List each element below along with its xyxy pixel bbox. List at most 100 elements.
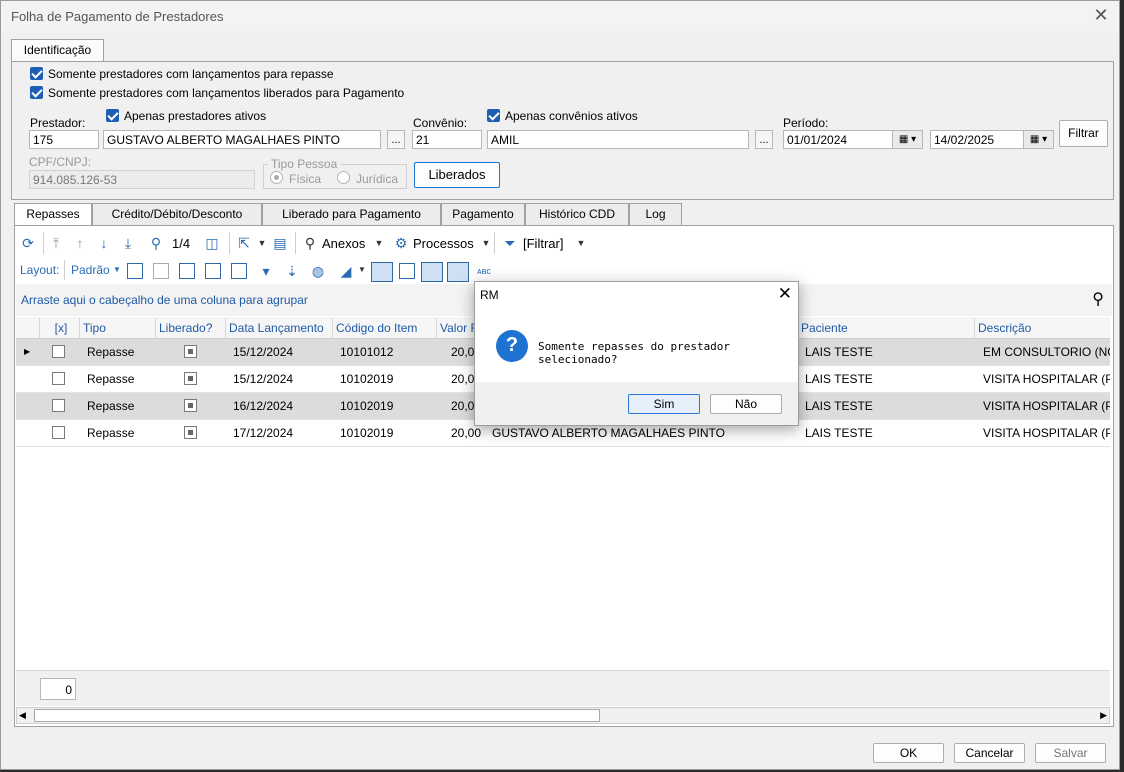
last-record-icon[interactable]: ⤓ — [119, 234, 137, 252]
scroll-right-icon[interactable]: ▶ — [1100, 710, 1107, 721]
filtrar-button[interactable]: Filtrar — [1059, 120, 1108, 147]
columns-icon[interactable]: ◫ — [203, 234, 221, 252]
calendar-dropdown-icon[interactable]: ▦ ▾ — [892, 131, 922, 148]
import-layout-icon[interactable] — [205, 263, 221, 279]
filtrar-menu[interactable]: [Filtrar] — [523, 236, 563, 251]
report-icon[interactable]: ▤ — [271, 234, 289, 252]
column-header-codigo[interactable]: Código do Item — [333, 318, 437, 339]
chevron-down-icon[interactable]: ▼ — [370, 234, 388, 252]
spellcheck-icon[interactable]: ᴀʙᴄ — [475, 262, 493, 280]
anexos-menu[interactable]: Anexos — [322, 236, 365, 251]
only-repasse-checkbox[interactable] — [30, 67, 43, 80]
periodo-end-input[interactable]: 14/02/2025 ▦ ▾ — [930, 130, 1054, 149]
no-button[interactable]: Não — [710, 394, 782, 414]
chevron-down-icon[interactable]: ▼ — [353, 261, 371, 279]
window-close-icon[interactable]: ✕ — [1091, 5, 1111, 25]
juridica-radio — [337, 171, 350, 184]
column-header-select[interactable]: [x] — [40, 318, 80, 339]
cell-codigo: 10102019 — [340, 372, 394, 386]
dialog-close-icon[interactable]: ✕ — [778, 284, 792, 304]
color-icon[interactable]: ◍ — [309, 262, 327, 280]
row-select-checkbox[interactable] — [52, 399, 65, 412]
page-indicator: 1/4 — [172, 236, 191, 251]
chevron-down-icon[interactable]: ▼ — [108, 261, 126, 279]
tab-log[interactable]: Log — [629, 203, 682, 225]
save-button[interactable]: Salvar — [1035, 743, 1106, 763]
cancel-button[interactable]: Cancelar — [954, 743, 1025, 763]
cell-data: 15/12/2024 — [233, 345, 294, 359]
layout-select[interactable]: Padrão — [71, 263, 110, 277]
convenio-name-input[interactable]: AMIL — [487, 130, 749, 149]
only-released-label: Somente prestadores com lançamentos libe… — [48, 86, 405, 100]
rename-layout-icon[interactable] — [179, 263, 195, 279]
main-window: Folha de Pagamento de Prestadores ✕ Iden… — [0, 0, 1120, 770]
search-icon[interactable]: ⚲ — [147, 234, 165, 252]
add-layout-icon[interactable] — [127, 263, 143, 279]
tab-identificacao[interactable]: Identificação — [11, 39, 104, 61]
first-record-icon[interactable]: ⤒ — [47, 234, 65, 252]
cell-data: 16/12/2024 — [233, 399, 294, 413]
scrollbar-thumb[interactable] — [34, 709, 600, 722]
cell-paciente: LAIS TESTE — [805, 372, 873, 386]
filter-icon[interactable]: ⏷ — [501, 234, 519, 252]
cell-valor: 20,00 — [451, 426, 482, 440]
previous-record-icon[interactable]: ↑ — [71, 234, 89, 252]
tab-credito-debito[interactable]: Crédito/Débito/Desconto — [92, 203, 262, 225]
search-icon[interactable]: ⚲ — [1092, 289, 1104, 309]
export-layout-icon[interactable] — [231, 263, 247, 279]
chevron-down-icon[interactable]: ▼ — [253, 234, 271, 252]
yes-button[interactable]: Sim — [628, 394, 700, 414]
cell-data: 15/12/2024 — [233, 372, 294, 386]
export-icon[interactable]: ⇱ — [235, 234, 253, 252]
prestador-name-input[interactable]: GUSTAVO ALBERTO MAGALHAES PINTO — [103, 130, 381, 149]
active-convenios-checkbox[interactable] — [487, 109, 500, 122]
convenio-code-input[interactable]: 21 — [412, 130, 482, 149]
paint-icon[interactable]: ▾ — [257, 262, 275, 280]
cell-descricao: VISITA HOSPITALAR (PACI — [983, 399, 1110, 413]
only-repasse-label: Somente prestadores com lançamentos para… — [48, 67, 334, 81]
cell-liberado-checkbox — [184, 345, 197, 358]
layout-view3-icon[interactable] — [421, 262, 443, 282]
liberados-button[interactable]: Liberados — [414, 162, 500, 188]
prestador-lookup-button[interactable]: ... — [387, 130, 405, 149]
convenio-lookup-button[interactable]: ... — [755, 130, 773, 149]
column-header-liberado[interactable]: Liberado? — [156, 318, 226, 339]
column-header-data[interactable]: Data Lançamento — [226, 318, 333, 339]
layout-view1-icon[interactable] — [371, 262, 393, 282]
column-header-tipo[interactable]: Tipo — [80, 318, 156, 339]
column-header-descricao[interactable]: Descrição — [975, 318, 1110, 339]
chevron-down-icon[interactable]: ▼ — [477, 234, 495, 252]
cell-descricao: EM CONSULTORIO (NO HO — [983, 345, 1110, 359]
processos-menu[interactable]: Processos — [413, 236, 474, 251]
layout-view4-icon[interactable] — [447, 262, 469, 282]
toolbar-separator — [43, 232, 44, 254]
tab-historico-cdd[interactable]: Histórico CDD — [525, 203, 629, 225]
calendar-dropdown-icon[interactable]: ▦ ▾ — [1023, 131, 1053, 148]
horizontal-scrollbar[interactable]: ◀ ▶ — [16, 707, 1110, 724]
prestador-code-input[interactable]: 175 — [29, 130, 99, 149]
cell-liberado-checkbox — [184, 372, 197, 385]
only-released-checkbox[interactable] — [30, 86, 43, 99]
row-select-checkbox[interactable] — [52, 372, 65, 385]
fisica-label: Física — [289, 172, 322, 186]
tab-pagamento[interactable]: Pagamento — [441, 203, 525, 225]
chevron-down-icon[interactable]: ▼ — [572, 234, 590, 252]
ok-button[interactable]: OK — [873, 743, 944, 763]
next-record-icon[interactable]: ↓ — [95, 234, 113, 252]
tab-repasses[interactable]: Repasses — [14, 203, 92, 225]
tab-liberado-pagamento[interactable]: Liberado para Pagamento — [262, 203, 441, 225]
refresh-icon[interactable]: ⟳ — [19, 234, 37, 252]
pin-icon[interactable]: ⇣ — [283, 262, 301, 280]
row-select-checkbox[interactable] — [52, 345, 65, 358]
window-title: Folha de Pagamento de Prestadores — [11, 9, 224, 24]
layout-view2-icon[interactable] — [399, 263, 415, 279]
row-select-checkbox[interactable] — [52, 426, 65, 439]
scroll-left-icon[interactable]: ◀ — [19, 710, 26, 721]
cell-codigo: 10102019 — [340, 426, 394, 440]
periodo-start-input[interactable]: 01/01/2024 ▦ ▾ — [783, 130, 923, 149]
convenio-label: Convênio: — [413, 116, 468, 130]
gear-icon[interactable]: ⚙ — [392, 234, 410, 252]
active-prestadores-checkbox[interactable] — [106, 109, 119, 122]
paperclip-icon[interactable]: ⚲ — [301, 234, 319, 252]
column-header-paciente[interactable]: Paciente — [798, 318, 975, 339]
